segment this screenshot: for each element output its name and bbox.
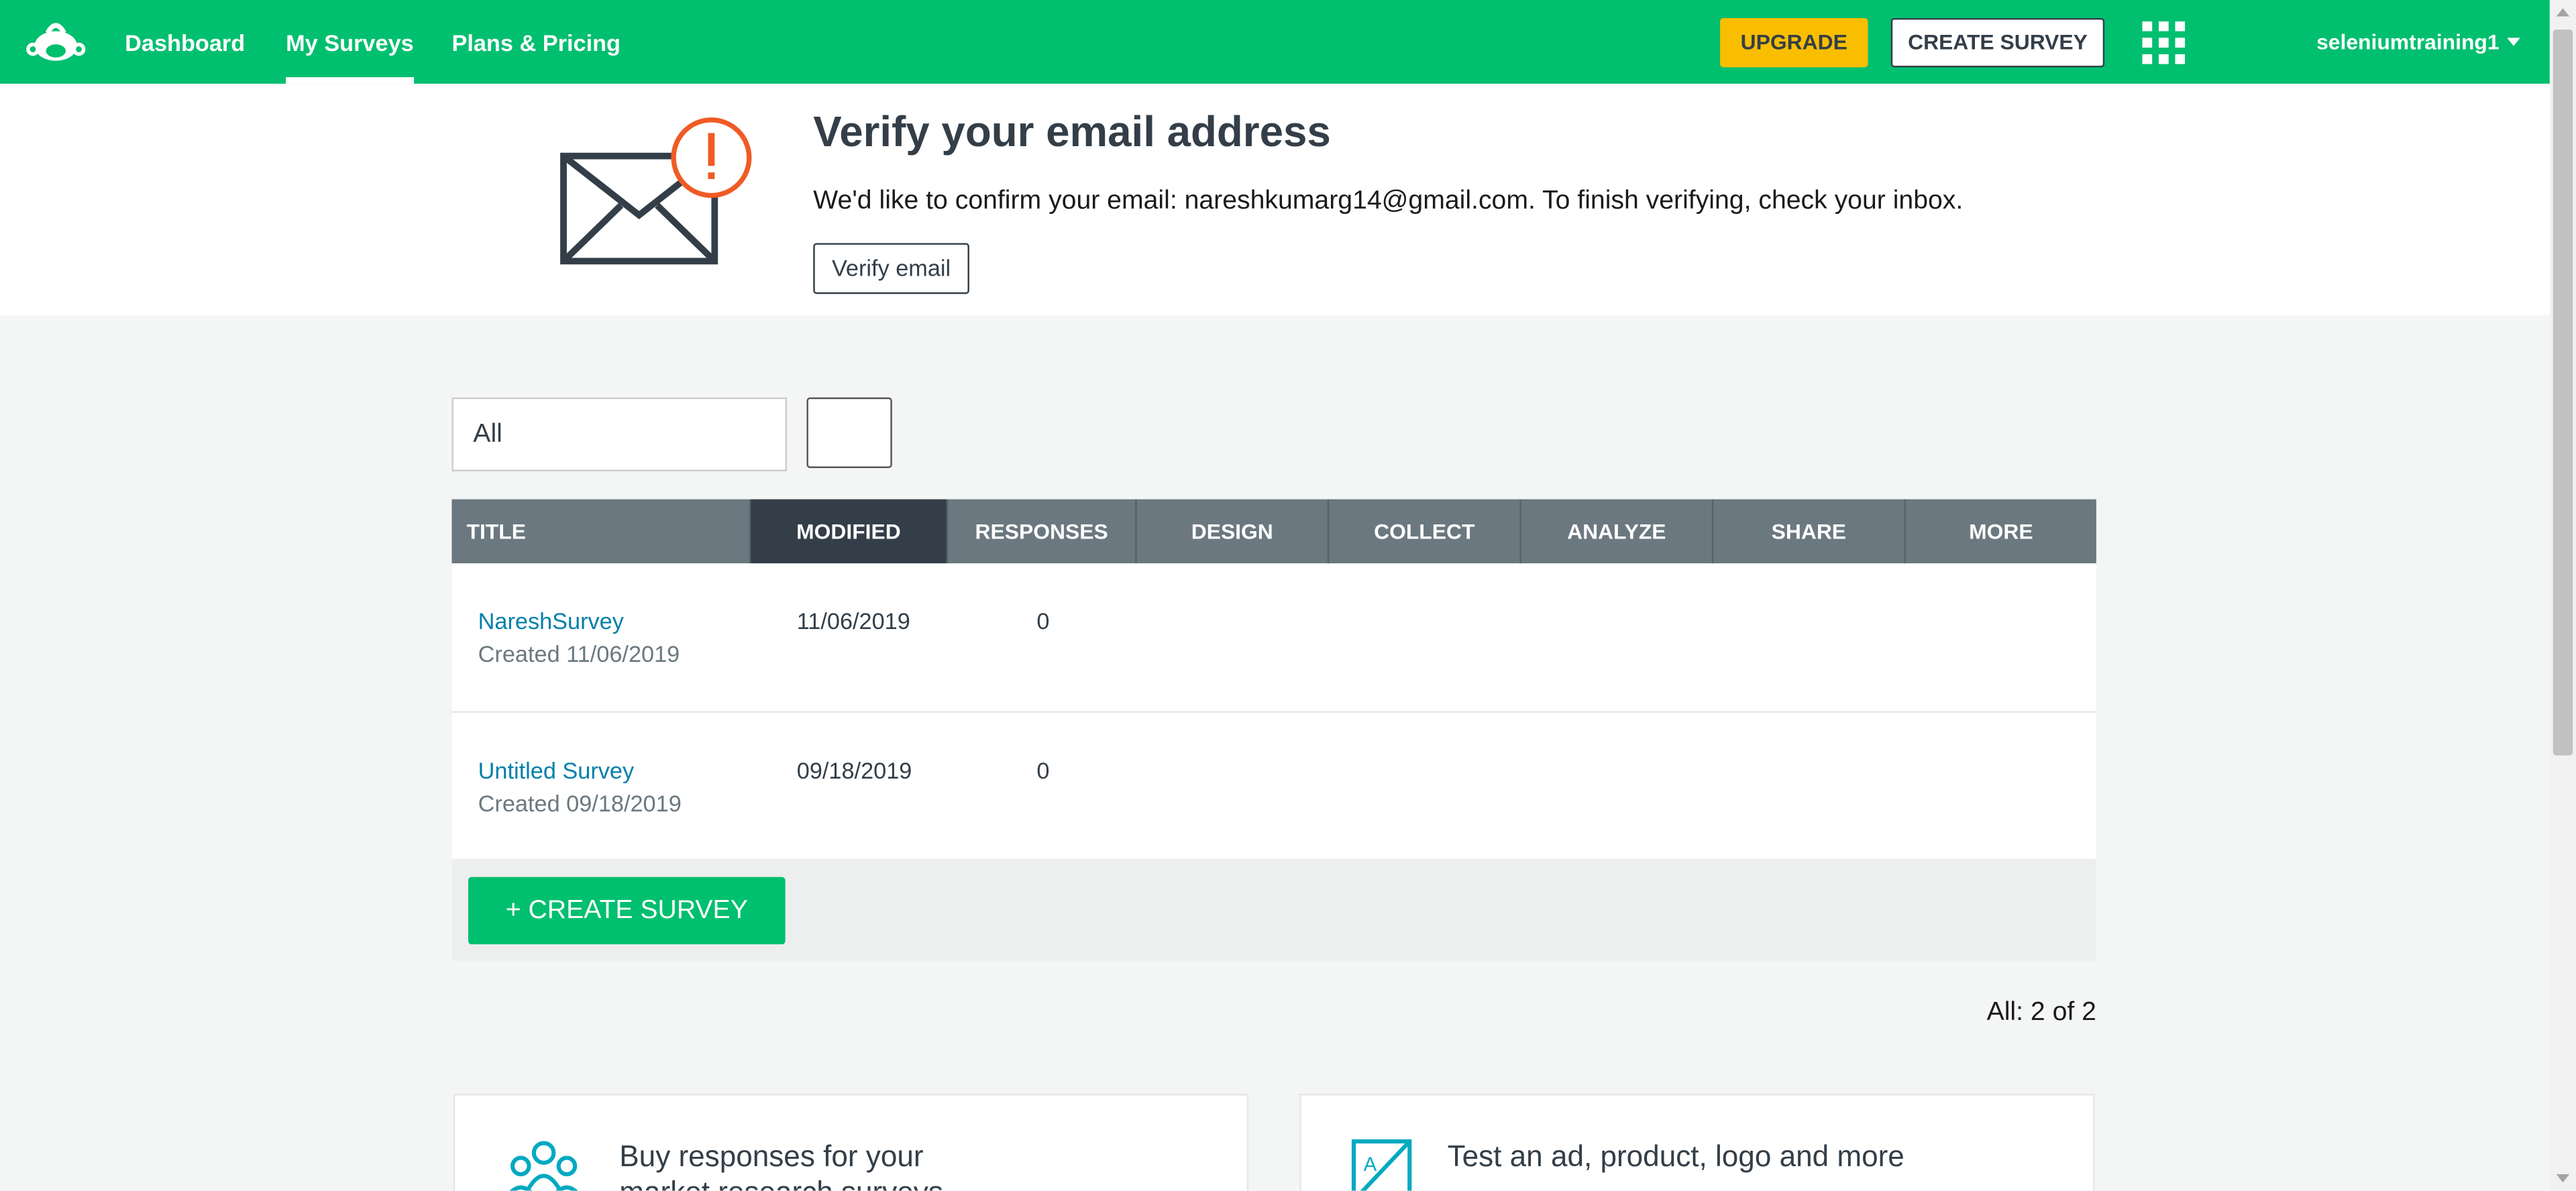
column-collect: COLLECT [1329,499,1521,564]
survey-created-date: Created 09/18/2019 [478,789,682,817]
survey-title-link[interactable]: NareshSurvey [478,608,624,634]
chevron-down-icon[interactable] [2507,38,2520,46]
create-survey-button[interactable]: + CREATE SURVEY [468,876,786,945]
survey-created-date: Created 11/06/2019 [478,640,680,667]
page: Dashboard My Surveys Plans & Pricing UPG… [0,0,2576,1191]
column-modified[interactable]: MODIFIED [751,499,949,564]
promo-title: Buy responses for your market research s… [619,1139,943,1191]
scrollbar[interactable] [2549,0,2576,1191]
verify-email-banner: Verify your email address We'd like to c… [0,83,2550,316]
upgrade-button[interactable]: UPGRADE [1720,17,1868,68]
promo-card-test-ad[interactable]: A Test an ad, product, logo and more [1299,1094,2095,1191]
top-navigation-bar: Dashboard My Surveys Plans & Pricing UPG… [0,0,2550,84]
scroll-up-icon[interactable] [2556,8,2570,17]
promo-card-buy-responses[interactable]: Buy responses for your market research s… [453,1094,1249,1191]
verify-message: We'd like to confirm your email: nareshk… [813,187,1964,215]
promo-title: Test an ad, product, logo and more [1447,1139,1904,1173]
survey-table-body: NareshSurvey Created 11/06/2019 11/06/20… [451,563,2096,859]
survey-modified-date: 09/18/2019 [796,756,912,784]
nav-dashboard[interactable]: Dashboard [125,0,245,84]
column-responses[interactable]: RESPONSES [948,499,1137,564]
column-share: SHARE [1713,499,1906,564]
column-design: DESIGN [1137,499,1330,564]
create-survey-bar: + CREATE SURVEY [451,858,2096,961]
nav-my-surveys[interactable]: My Surveys [286,0,414,84]
table-row: NareshSurvey Created 11/06/2019 11/06/20… [451,563,2096,711]
column-more: MORE [1969,518,2033,544]
verify-title: Verify your email address [813,107,1331,156]
survey-count: All: 2 of 2 [1986,998,2096,1027]
scrollbar-thumb[interactable] [2553,30,2573,756]
survey-title-link[interactable]: Untitled Survey [478,757,635,783]
table-row: Untitled Survey Created 09/18/2019 09/18… [451,711,2096,860]
email-warning-icon [560,117,752,265]
filter-search-button[interactable] [806,397,892,468]
scroll-down-icon[interactable] [2556,1174,2570,1183]
surveymonkey-logo-icon[interactable] [23,18,89,64]
design-test-icon: A [1351,1139,1412,1191]
column-title[interactable]: TITLE [451,499,751,564]
survey-response-count[interactable]: 0 [1036,757,1049,783]
nav-plans-pricing[interactable]: Plans & Pricing [451,0,621,84]
create-survey-header-button[interactable]: CREATE SURVEY [1890,17,2105,68]
survey-modified-date: 11/06/2019 [796,608,910,634]
survey-table-header: TITLE MODIFIED RESPONSES DESIGN COLLECT … [451,499,2096,564]
people-group-icon [509,1141,578,1191]
column-analyze: ANALYZE [1521,499,1714,564]
user-menu[interactable]: seleniumtraining1 [2316,0,2499,84]
apps-grid-icon[interactable] [2142,21,2186,64]
svg-text:A: A [1364,1153,1377,1176]
survey-response-count[interactable]: 0 [1036,608,1049,634]
survey-filter-select[interactable]: All [451,397,788,471]
verify-email-button[interactable]: Verify email [813,243,969,294]
